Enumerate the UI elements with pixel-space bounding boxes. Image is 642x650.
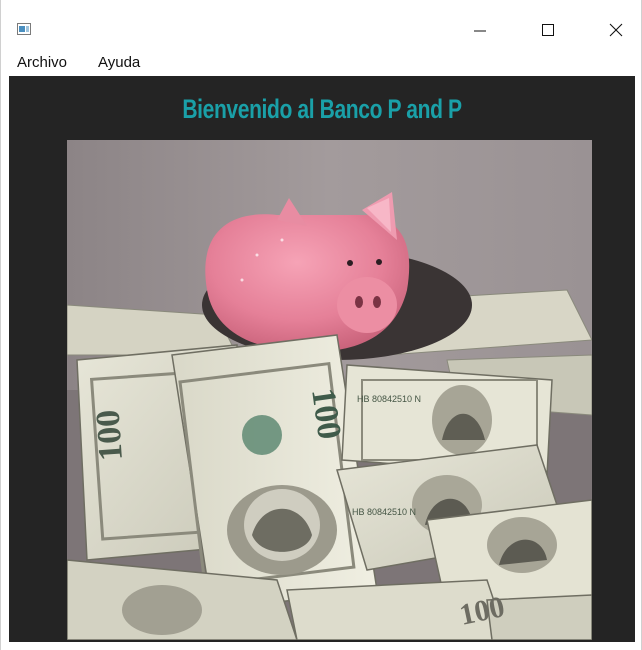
close-icon [609,23,623,37]
menu-bar: Archivo Ayuda [1,50,641,74]
menu-archivo[interactable]: Archivo [17,54,67,71]
svg-text:100: 100 [90,409,130,462]
application-window: Archivo Ayuda Bienvenido al Banco P and … [0,0,642,650]
main-panel: Bienvenido al Banco P and P 100 100 HB 8… [9,76,635,642]
svg-text:HB 80842510 N: HB 80842510 N [357,394,421,404]
close-button[interactable] [593,14,639,46]
title-bar[interactable] [1,0,641,46]
svg-text:100: 100 [304,386,348,442]
piggy-bank-illustration: 100 100 HB 80842510 N HB 80842510 N 100 [67,140,592,640]
piggy-bank-image: 100 100 HB 80842510 N HB 80842510 N 100 [67,140,592,640]
app-window-icon [17,23,31,35]
dollar-bills: 100 100 HB 80842510 N HB 80842510 N 100 [67,334,592,640]
window-bottom-edge [1,642,641,650]
welcome-heading: Bienvenido al Banco P and P [182,94,462,124]
svg-text:HB 80842510 N: HB 80842510 N [352,507,416,517]
maximize-button[interactable] [525,14,571,46]
minimize-icon [474,30,486,32]
maximize-icon [542,24,554,36]
menu-ayuda[interactable]: Ayuda [98,54,140,71]
minimize-button[interactable] [457,14,503,46]
